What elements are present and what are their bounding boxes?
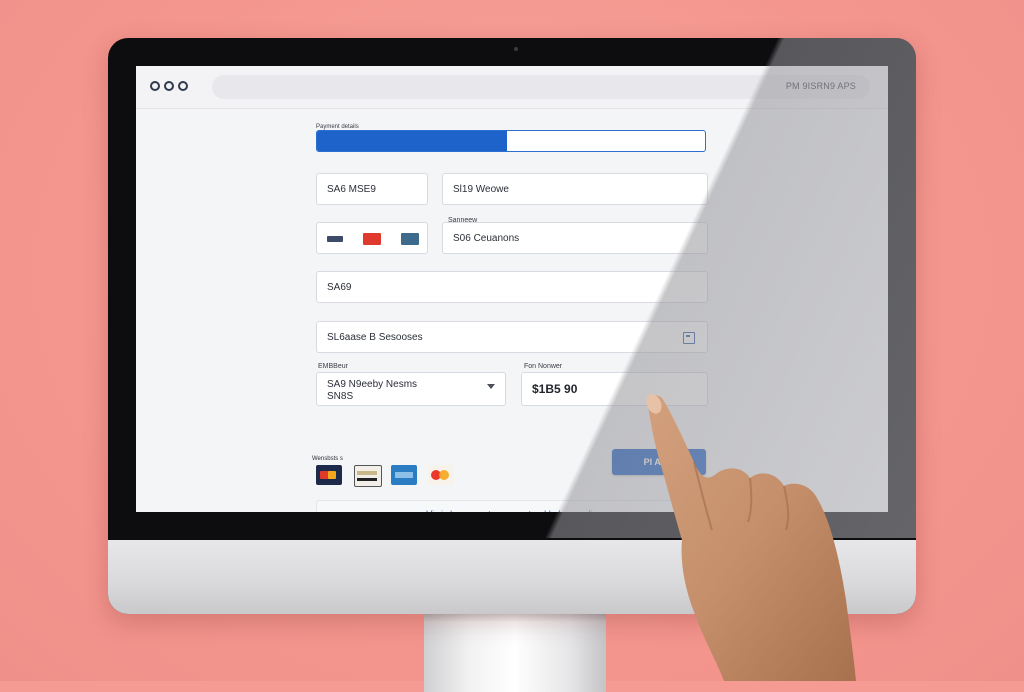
pointing-hand bbox=[646, 394, 856, 681]
hand-shape bbox=[647, 395, 856, 681]
